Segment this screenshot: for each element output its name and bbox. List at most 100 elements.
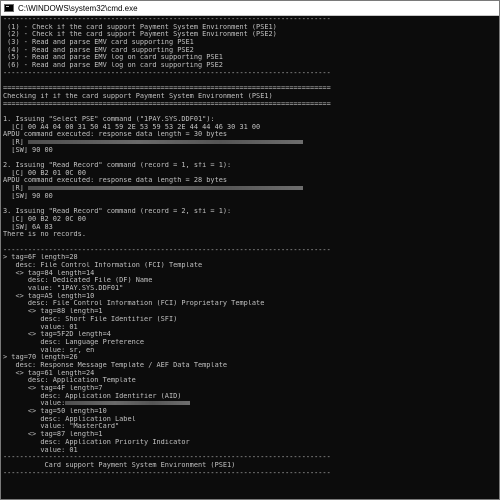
console-line: desc: Application Identifier (AID): [3, 393, 499, 401]
console-line: 3. Issuing "Read Record" command (record…: [3, 208, 499, 216]
console-line: 1. Issuing "Select PSE" command ("1PAY.S…: [3, 116, 499, 124]
console-line: (6) - Read and parse EMV log on card sup…: [3, 62, 499, 70]
console-line-text: [C] 00 B2 02 0C 00: [3, 215, 86, 223]
console-line: desc: Application Label: [3, 416, 499, 424]
console-line: ----------------------------------------…: [3, 470, 499, 478]
console-line-text: > tag=6F length=28: [3, 254, 78, 262]
console-line: [SW] 90 00: [3, 193, 499, 201]
console-line: <> tag=84 length=14: [3, 270, 499, 278]
console-line-text: (3) - Read and parse EMV card supporting…: [3, 39, 194, 47]
console-line-text: 2. Issuing "Read Record" command (record…: [3, 162, 232, 170]
console-line-text: value: "1PAY.SYS.DDF01": [3, 285, 124, 293]
console-line-text: desc: Application Identifier (AID): [3, 392, 182, 400]
console-line-text: [R]: [3, 139, 28, 146]
console-line: <> tag=4F length=7: [3, 385, 499, 393]
console-line: ----------------------------------------…: [3, 247, 499, 255]
console-line-text: desc: Language Preference: [3, 338, 145, 346]
console-line-text: desc: File Control Information (FCI) Tem…: [3, 262, 203, 269]
console-line-text: desc: File Control Information (FCI) Pro…: [3, 300, 265, 308]
console-line: [C] 00 B2 02 0C 00: [3, 216, 499, 224]
console-line: value: 01: [3, 447, 499, 455]
console-line: [SW] 6A 83: [3, 224, 499, 232]
console-line-text: <> tag=50 length=10: [3, 408, 107, 416]
console-line: There is no records.: [3, 231, 499, 239]
console-line-text: <> tag=4F length=7: [3, 385, 103, 392]
console-line-text: ========================================…: [3, 100, 331, 108]
console-line: <> tag=61 length=24: [3, 370, 499, 378]
console-line: 2. Issuing "Read Record" command (record…: [3, 162, 499, 170]
console-line: ========================================…: [3, 85, 499, 93]
console-line-text: [SW] 6A 83: [3, 223, 53, 231]
console-line: ----------------------------------------…: [3, 16, 499, 24]
console-line-text: Card support Payment System Environment …: [3, 461, 236, 469]
console-line-text: <> tag=84 length=14: [3, 269, 95, 277]
console-line: value: sr, en: [3, 347, 499, 355]
console-line: desc: Language Preference: [3, 339, 499, 347]
console-line-text: ----------------------------------------…: [3, 454, 331, 462]
console-line: [R]: [3, 139, 499, 147]
console-line-text: (6) - Read and parse EMV log on card sup…: [3, 62, 223, 70]
console-line-text: desc: Application Priority Indicator: [3, 438, 190, 446]
cmd-icon: [4, 4, 14, 12]
redacted-value: [27, 186, 303, 191]
console-output[interactable]: ----------------------------------------…: [1, 16, 499, 499]
console-line: [R]: [3, 185, 499, 193]
console-line: <> tag=5F2D length=4: [3, 331, 499, 339]
console-line-text: [R]: [3, 185, 28, 193]
console-line: (3) - Read and parse EMV card supporting…: [3, 39, 499, 47]
console-line-text: ========================================…: [3, 85, 331, 93]
title-bar[interactable]: C:\WINDOWS\system32\cmd.exe: [1, 1, 499, 16]
console-line: Card support Payment System Environment …: [3, 462, 499, 470]
console-line: <> tag=A5 length=10: [3, 293, 499, 301]
console-line: ========================================…: [3, 101, 499, 109]
console-line: value:: [3, 400, 499, 408]
console-line-text: value: "MasterCard": [3, 423, 120, 431]
console-line-text: <> tag=61 length=24: [3, 369, 95, 377]
console-line: desc: Short File Identifier (SFI): [3, 316, 499, 324]
console-line: (5) - Read and parse EMV log on card sup…: [3, 54, 499, 62]
console-line: > tag=6F length=28: [3, 254, 499, 262]
console-line: <> tag=88 length=1: [3, 308, 499, 316]
console-line: desc: File Control Information (FCI) Pro…: [3, 300, 499, 308]
console-line: desc: Response Message Template / AEF Da…: [3, 362, 499, 370]
console-line-text: (2) - Check if the card support Payment …: [3, 31, 277, 39]
console-line-text: desc: Short File Identifier (SFI): [3, 315, 178, 323]
console-line-text: ----------------------------------------…: [3, 69, 331, 77]
console-line-text: (5) - Read and parse EMV log on card sup…: [3, 54, 223, 62]
console-line: value: 01: [3, 324, 499, 332]
console-line: [C] 00 B2 01 0C 00: [3, 170, 499, 178]
console-line-text: APDU command executed: response data len…: [3, 131, 228, 139]
console-line: Checking if if the card support Payment …: [3, 93, 499, 101]
console-line-text: ----------------------------------------…: [3, 246, 331, 254]
console-line-text: value: 01: [3, 446, 78, 454]
cmd-window: C:\WINDOWS\system32\cmd.exe ------------…: [0, 0, 500, 500]
console-line: (1) - Check if the card support Payment …: [3, 24, 499, 32]
redacted-value: [27, 140, 303, 144]
console-line-text: desc: Dedicated File (DF) Name: [3, 277, 153, 285]
console-line-text: 3. Issuing "Read Record" command (record…: [3, 208, 232, 216]
console-line-text: > tag=70 length=26: [3, 354, 78, 362]
console-line: APDU command executed: response data len…: [3, 177, 499, 185]
console-line-text: <> tag=A5 length=10: [3, 292, 95, 300]
console-line-text: value: 01: [3, 323, 78, 331]
console-line-text: <> tag=5F2D length=4: [3, 331, 111, 339]
console-line: desc: Application Priority Indicator: [3, 439, 499, 447]
console-line: ----------------------------------------…: [3, 70, 499, 78]
console-line: APDU command executed: response data len…: [3, 131, 499, 139]
console-line: (4) - Read and parse EMV card supporting…: [3, 47, 499, 55]
console-line-text: 1. Issuing "Select PSE" command ("1PAY.S…: [3, 115, 215, 123]
console-line-text: desc: Application Label: [3, 415, 136, 423]
console-line: (2) - Check if the card support Payment …: [3, 31, 499, 39]
window-title: C:\WINDOWS\system32\cmd.exe: [18, 3, 138, 13]
console-line: [SW] 90 00: [3, 147, 499, 155]
console-line: value: "1PAY.SYS.DDF01": [3, 285, 499, 293]
console-line: [C] 00 A4 04 00 31 50 41 59 2E 53 59 53 …: [3, 124, 499, 132]
console-line-text: (1) - Check if the card support Payment …: [3, 23, 277, 31]
console-line-text: [C] 00 A4 04 00 31 50 41 59 2E 53 59 53 …: [3, 123, 261, 131]
console-line-text: [C] 00 B2 01 0C 00: [3, 169, 86, 177]
console-line-text: [SW] 90 00: [3, 192, 53, 200]
console-line-text: ----------------------------------------…: [3, 16, 331, 23]
